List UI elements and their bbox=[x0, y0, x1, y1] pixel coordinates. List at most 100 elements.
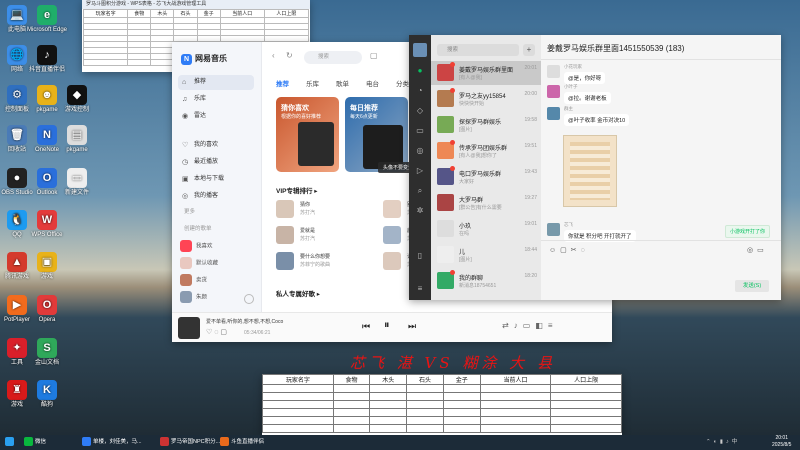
table-cell[interactable] bbox=[550, 392, 622, 401]
table-cell[interactable] bbox=[332, 408, 371, 417]
desktop-icon[interactable]: S 金山文档 bbox=[25, 338, 69, 367]
table-cell[interactable] bbox=[332, 416, 371, 425]
next-track-icon[interactable]: ⏭ bbox=[408, 321, 416, 332]
table-cell[interactable] bbox=[479, 400, 552, 409]
chat-window[interactable]: ● ◔ ◇ ▭ ◎ ▷ ⌕ ✲ ▯ ≡ 搜索 + 姜戴罗马娱乐群里面 20:01 [… bbox=[409, 35, 781, 300]
desktop-icon[interactable]: K 酷狗 bbox=[25, 380, 69, 409]
table-cell[interactable] bbox=[369, 392, 408, 401]
column-header[interactable]: 当前人口 bbox=[219, 9, 265, 18]
menu-icon[interactable]: ≡ bbox=[414, 283, 426, 295]
table-cell[interactable] bbox=[406, 424, 444, 433]
table-cell[interactable] bbox=[406, 416, 444, 425]
desktop-icon[interactable]: ▭ 新建文件 bbox=[55, 168, 99, 197]
call-icon[interactable]: ◎▭ bbox=[747, 246, 768, 254]
refresh-icon[interactable]: ↻ bbox=[286, 51, 293, 60]
table-cell[interactable] bbox=[550, 408, 622, 417]
column-header[interactable]: 人口上限 bbox=[263, 9, 310, 18]
column-header[interactable]: 食物 bbox=[332, 374, 371, 385]
table-cell[interactable] bbox=[82, 59, 129, 66]
prev-track-icon[interactable]: ⏮ bbox=[362, 321, 370, 332]
tray-icons[interactable]: ⌃◐▮♪中 bbox=[706, 436, 740, 449]
user-avatar[interactable] bbox=[413, 43, 427, 57]
emoji-icon[interactable]: ☺▢✂◌ bbox=[549, 246, 589, 254]
taskbar-app[interactable]: 罗马帝国NPC积分... bbox=[160, 436, 220, 449]
column-header[interactable]: 金子 bbox=[442, 374, 481, 385]
spreadsheet-window-bottom[interactable]: 玩家名字 食物 木头 石头 金子 当前人口 人口上限 bbox=[262, 374, 622, 435]
image-message[interactable] bbox=[563, 135, 617, 207]
table-cell[interactable] bbox=[127, 59, 152, 66]
table-cell[interactable] bbox=[369, 408, 408, 417]
table-cell[interactable] bbox=[442, 400, 481, 409]
send-button[interactable]: 发送(S) bbox=[735, 280, 769, 292]
favorites-icon[interactable]: ◇ bbox=[414, 105, 426, 117]
settings-icon[interactable] bbox=[244, 294, 254, 304]
table-cell[interactable] bbox=[332, 384, 371, 393]
column-header[interactable]: 玩家名字 bbox=[82, 9, 129, 18]
vip-song-item[interactable]: 爱就是 苏打汽 bbox=[276, 226, 334, 244]
chat-list-item[interactable]: 传承罗马团娱乐群 19:51 [有人@我]想你了 bbox=[431, 139, 541, 163]
table-cell[interactable] bbox=[406, 392, 444, 401]
chat-search-input[interactable]: 搜索 bbox=[437, 44, 519, 56]
more-link[interactable]: 更多 bbox=[184, 207, 195, 215]
add-icon[interactable]: + bbox=[523, 44, 535, 56]
chat-list-item[interactable]: 儿 18:44 [图片] bbox=[431, 243, 541, 267]
search-rail-icon[interactable]: ⌕ bbox=[414, 185, 426, 197]
desktop-icon[interactable]: O Opera bbox=[25, 295, 69, 324]
music-nav-item[interactable]: ◎ 我的播客 bbox=[178, 189, 254, 204]
table-cell[interactable] bbox=[262, 424, 334, 433]
moments-icon[interactable]: ◎ bbox=[414, 145, 426, 157]
taskbar-app[interactable]: 单楼，刘佳美，马... bbox=[82, 436, 142, 449]
now-playing-cover[interactable] bbox=[178, 317, 200, 339]
playlist-item[interactable]: 卖货 bbox=[180, 274, 254, 289]
table-cell[interactable] bbox=[442, 424, 481, 433]
table-cell[interactable] bbox=[332, 392, 371, 401]
music-nav-item[interactable]: ◉ 雷达 bbox=[178, 109, 254, 124]
vip-song-item[interactable]: 猜你 苏打汽 bbox=[276, 200, 334, 218]
chat-list-item[interactable]: 探探罗马群娱乐 19:58 [图片] bbox=[431, 113, 541, 137]
table-cell[interactable] bbox=[442, 384, 481, 393]
taskbar-app[interactable]: 微信 bbox=[24, 436, 46, 449]
table-cell[interactable] bbox=[369, 424, 408, 433]
clock[interactable]: 20:01 2025/8/5 bbox=[772, 435, 791, 448]
card-guess-you-like[interactable]: 猜你喜欢 根据你的喜好推荐 bbox=[276, 97, 339, 172]
column-header[interactable]: 当前人口 bbox=[479, 374, 552, 385]
table-cell[interactable] bbox=[442, 408, 481, 417]
files-icon[interactable]: ▭ bbox=[414, 125, 426, 137]
table-cell[interactable] bbox=[550, 416, 622, 425]
chat-list-item[interactable]: 罗马之友yy15854 20:00 快快快开始 bbox=[431, 87, 541, 111]
table-cell[interactable] bbox=[442, 392, 481, 401]
table-cell[interactable] bbox=[550, 400, 622, 409]
music-tab[interactable]: 电台 bbox=[366, 78, 379, 88]
table-cell[interactable] bbox=[369, 384, 408, 393]
chat-list-item[interactable]: 电口罗马娱乐群 19:43 大家好 bbox=[431, 165, 541, 189]
music-nav-item[interactable]: ⌂ 推荐 bbox=[178, 75, 254, 90]
column-header[interactable]: 人口上限 bbox=[550, 374, 622, 385]
vip-song-item[interactable]: 要什么你想要 苏菲宁的歌曲 bbox=[276, 252, 334, 270]
table-cell[interactable] bbox=[150, 59, 175, 66]
table-cell[interactable] bbox=[550, 384, 622, 393]
score-table[interactable]: 玩家名字 食物 木头 石头 金子 当前人口 人口上限 bbox=[262, 374, 622, 433]
table-cell[interactable] bbox=[550, 424, 622, 433]
chat-list-item[interactable]: 大罗马群 19:27 [群公告]有什么需要 bbox=[431, 191, 541, 215]
table-cell[interactable] bbox=[406, 384, 444, 393]
player-tools-icon[interactable]: ⇄♪▭◧≡ bbox=[502, 321, 558, 330]
back-icon[interactable]: ‹ bbox=[272, 51, 275, 60]
desktop-icon[interactable]: ♪ 抖音直播伴侣 bbox=[25, 45, 69, 74]
column-header[interactable]: 金子 bbox=[196, 9, 221, 18]
column-header[interactable]: 石头 bbox=[173, 9, 198, 18]
table-cell[interactable] bbox=[369, 400, 408, 409]
contacts-icon[interactable]: ◔ bbox=[414, 85, 426, 97]
column-header[interactable]: 食物 bbox=[127, 9, 152, 18]
like-icon[interactable]: ♡ ◌ ▢ bbox=[206, 328, 227, 336]
table-cell[interactable] bbox=[479, 384, 552, 393]
music-nav-item[interactable]: ▣ 本地与下载 bbox=[178, 172, 254, 187]
chat-list-item[interactable]: 姜戴罗马娱乐群里面 20:01 [有人@我] bbox=[431, 61, 541, 85]
phone-icon[interactable]: ▯ bbox=[414, 250, 426, 262]
table-cell[interactable] bbox=[479, 424, 552, 433]
music-tab[interactable]: 乐库 bbox=[306, 78, 319, 88]
table-cell[interactable] bbox=[479, 408, 552, 417]
column-header[interactable]: 木头 bbox=[369, 374, 408, 385]
table-cell[interactable] bbox=[262, 384, 334, 393]
column-header[interactable]: 石头 bbox=[406, 374, 444, 385]
music-nav-item[interactable]: ◷ 最近播放 bbox=[178, 155, 254, 170]
